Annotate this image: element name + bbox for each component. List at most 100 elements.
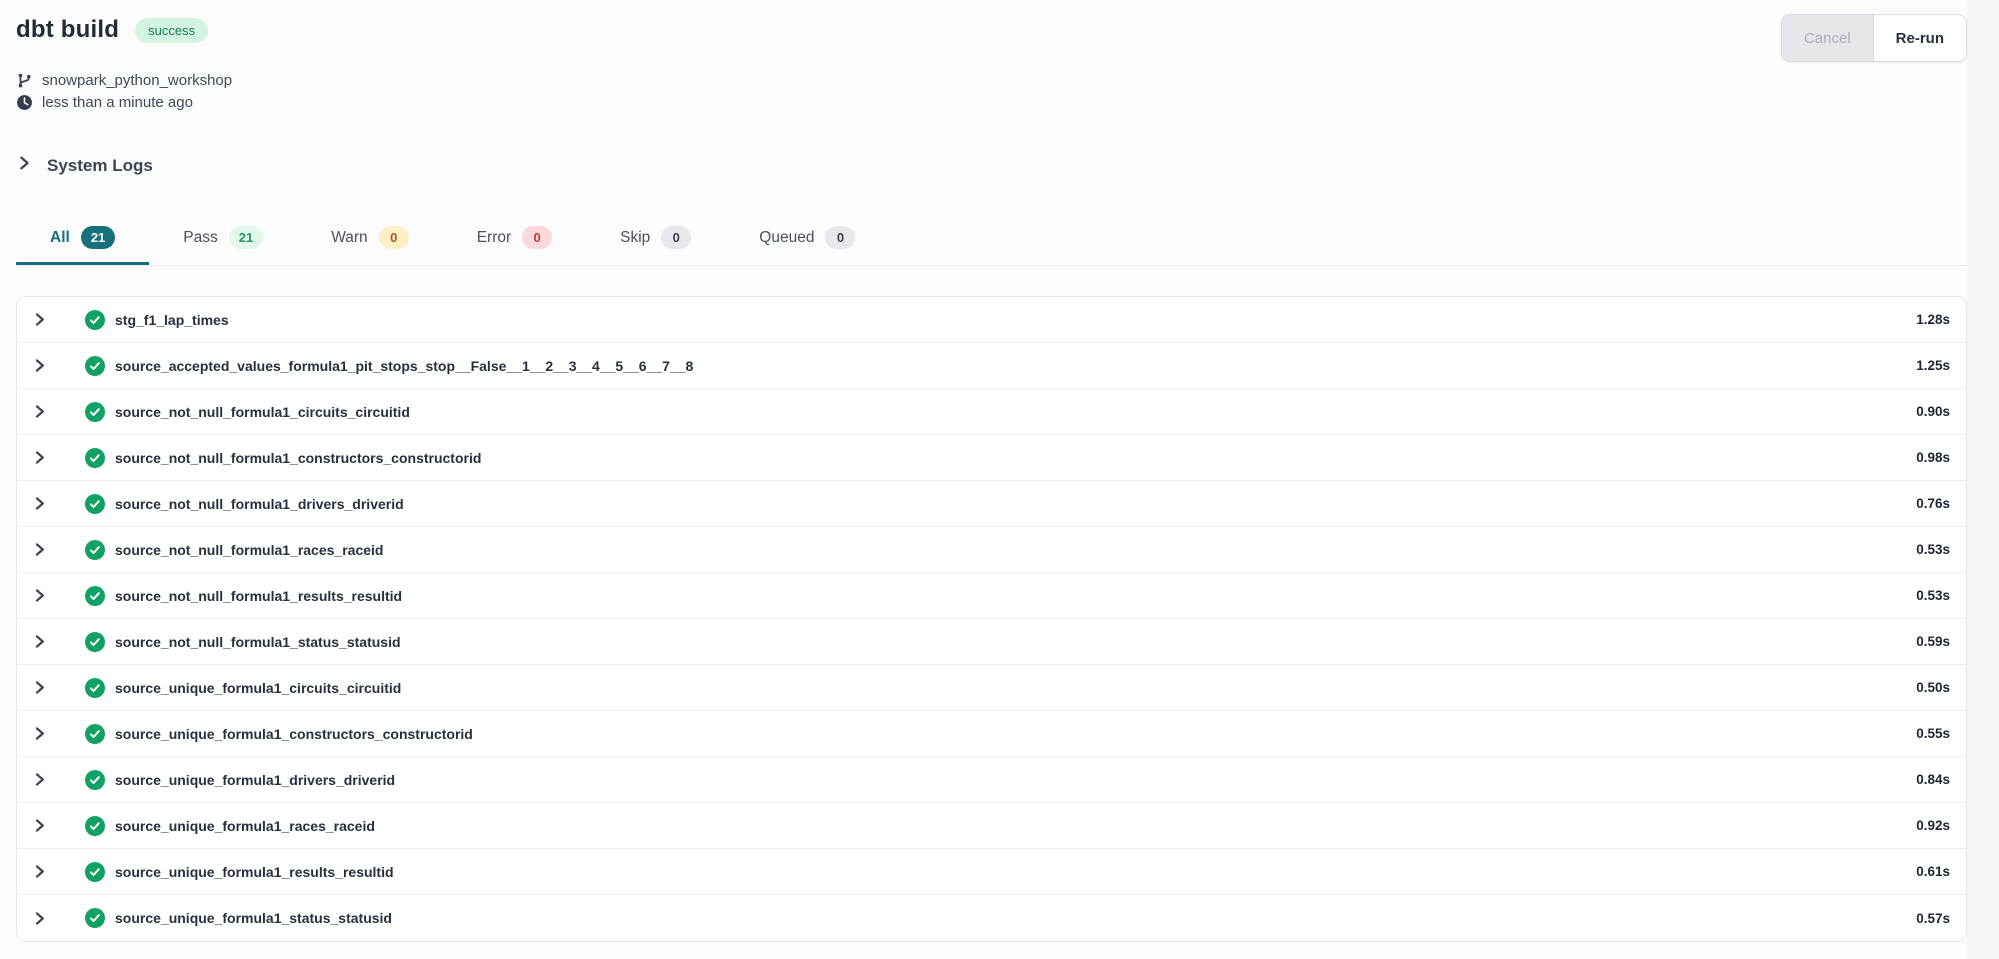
result-name: source_not_null_formula1_circuits_circui… [115,404,410,420]
result-duration: 0.50s [1916,680,1950,695]
git-branch-icon [16,72,33,89]
success-check-icon [85,494,105,514]
expand-chevron-icon[interactable] [32,680,47,695]
result-name: source_unique_formula1_circuits_circuiti… [115,680,401,696]
result-row[interactable]: source_not_null_formula1_races_raceid 0.… [17,527,1966,573]
result-name: source_unique_formula1_races_raceid [115,818,375,834]
result-row[interactable]: source_unique_formula1_circuits_circuiti… [17,665,1966,711]
tab-count-badge: 21 [81,226,115,249]
result-duration: 0.57s [1916,911,1950,926]
expand-chevron-icon[interactable] [32,588,47,603]
tab-count-badge: 0 [522,226,552,249]
tab-count-badge: 0 [661,226,691,249]
success-check-icon [85,678,105,698]
rerun-button[interactable]: Re-run [1873,15,1966,61]
success-check-icon [85,770,105,790]
tab-count-badge: 0 [825,226,855,249]
result-name: source_unique_formula1_drivers_driverid [115,772,395,788]
tab-label: All [50,229,70,247]
success-check-icon [85,310,105,330]
expand-chevron-icon[interactable] [32,864,47,879]
result-duration: 0.55s [1916,726,1950,741]
page-title: dbt build [16,16,119,44]
result-row[interactable]: source_not_null_formula1_results_resulti… [17,573,1966,619]
run-detail-page: dbt build success Cancel Re-run snowpark… [0,0,1967,959]
result-row[interactable]: source_unique_formula1_constructors_cons… [17,711,1966,757]
result-row[interactable]: source_unique_formula1_status_statusid 0… [17,895,1966,941]
system-logs-label: System Logs [47,156,153,176]
tab-skip[interactable]: Skip 0 [586,226,725,265]
tab-warn[interactable]: Warn 0 [297,226,442,265]
tab-count-badge: 21 [229,226,263,249]
result-name: source_not_null_formula1_drivers_driveri… [115,496,404,512]
system-logs-toggle[interactable]: System Logs [16,155,1967,176]
run-actions: Cancel Re-run [1781,14,1967,62]
result-duration: 0.90s [1916,404,1950,419]
success-check-icon [85,540,105,560]
success-check-icon [85,724,105,744]
result-row[interactable]: source_not_null_formula1_status_statusid… [17,619,1966,665]
result-row[interactable]: stg_f1_lap_times 1.28s [17,297,1966,343]
results-list: stg_f1_lap_times 1.28s source_accepted_v… [16,296,1967,942]
tabs: All 21 Pass 21 Warn 0 Error 0 Skip 0 Que… [16,226,1967,266]
cancel-button[interactable]: Cancel [1782,15,1873,61]
result-row[interactable]: source_unique_formula1_drivers_driverid … [17,757,1966,803]
time-ago: less than a minute ago [42,94,193,111]
branch-name: snowpark_python_workshop [42,72,232,89]
result-duration: 0.59s [1916,634,1950,649]
result-row[interactable]: source_not_null_formula1_circuits_circui… [17,389,1966,435]
expand-chevron-icon[interactable] [32,404,47,419]
tab-queued[interactable]: Queued 0 [725,226,889,265]
result-name: stg_f1_lap_times [115,312,229,328]
result-duration: 0.92s [1916,818,1950,833]
result-name: source_not_null_formula1_constructors_co… [115,450,481,466]
result-name: source_unique_formula1_constructors_cons… [115,726,473,742]
expand-chevron-icon[interactable] [32,911,47,926]
result-row[interactable]: source_not_null_formula1_constructors_co… [17,435,1966,481]
result-name: source_unique_formula1_results_resultid [115,864,394,880]
result-duration: 0.84s [1916,772,1950,787]
result-duration: 1.25s [1916,358,1950,373]
tab-label: Error [477,229,511,247]
success-check-icon [85,402,105,422]
result-duration: 0.53s [1916,542,1950,557]
tab-error[interactable]: Error 0 [443,226,586,265]
expand-chevron-icon[interactable] [32,312,47,327]
result-duration: 0.98s [1916,450,1950,465]
success-check-icon [85,586,105,606]
result-row[interactable]: source_not_null_formula1_drivers_driveri… [17,481,1966,527]
tab-label: Warn [331,229,367,247]
branch-line: snowpark_python_workshop [16,72,1967,89]
tab-count-badge: 0 [379,226,409,249]
success-check-icon [85,632,105,652]
success-check-icon [85,816,105,836]
run-meta: snowpark_python_workshop less than a min… [16,72,1967,111]
result-name: source_unique_formula1_status_statusid [115,910,392,926]
expand-chevron-icon[interactable] [32,450,47,465]
chevron-right-icon [16,155,32,176]
result-name: source_not_null_formula1_status_statusid [115,634,401,650]
status-badge: success [135,18,208,43]
expand-chevron-icon[interactable] [32,726,47,741]
tab-label: Queued [759,229,814,247]
result-row[interactable]: source_accepted_values_formula1_pit_stop… [17,343,1966,389]
result-row[interactable]: source_unique_formula1_races_raceid 0.92… [17,803,1966,849]
result-name: source_not_null_formula1_results_resulti… [115,588,402,604]
expand-chevron-icon[interactable] [32,358,47,373]
expand-chevron-icon[interactable] [32,496,47,511]
success-check-icon [85,862,105,882]
expand-chevron-icon[interactable] [32,542,47,557]
tab-pass[interactable]: Pass 21 [149,226,297,265]
expand-chevron-icon[interactable] [32,772,47,787]
result-row[interactable]: source_unique_formula1_results_resultid … [17,849,1966,895]
result-duration: 1.28s [1916,312,1950,327]
tab-all[interactable]: All 21 [16,226,149,265]
clock-icon [16,94,33,111]
tab-label: Pass [183,229,217,247]
expand-chevron-icon[interactable] [32,818,47,833]
success-check-icon [85,356,105,376]
success-check-icon [85,908,105,928]
result-name: source_not_null_formula1_races_raceid [115,542,383,558]
header: dbt build success Cancel Re-run [16,16,1967,62]
expand-chevron-icon[interactable] [32,634,47,649]
